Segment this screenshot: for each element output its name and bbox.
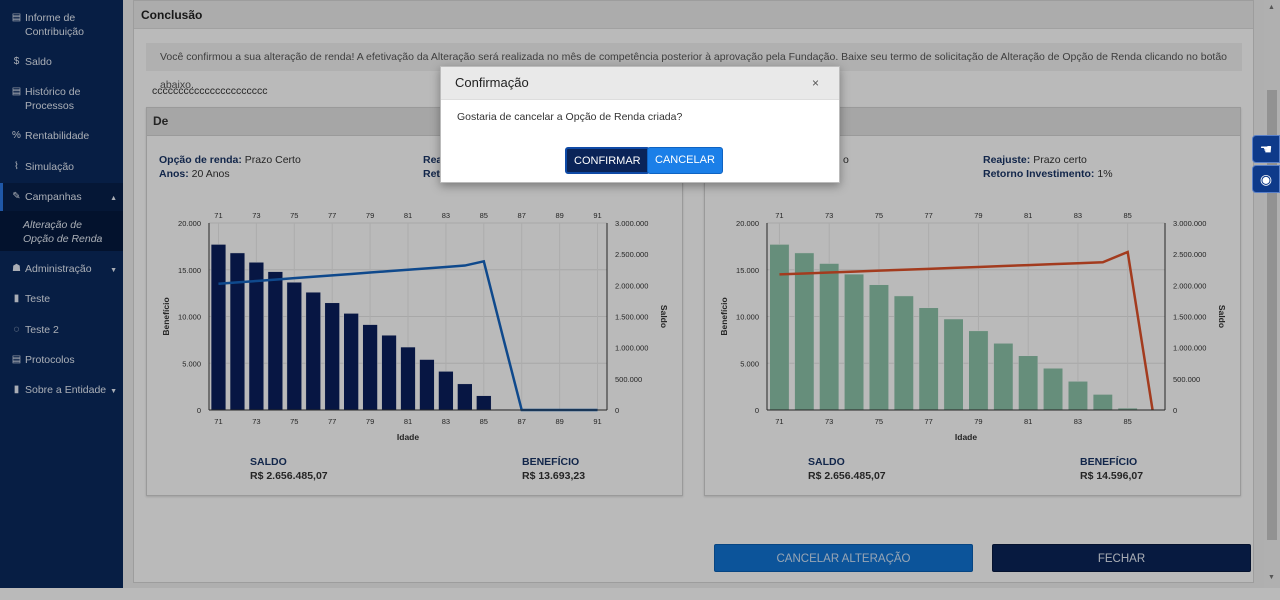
accessibility-tools: ☚ ◉ (1252, 135, 1280, 195)
confirm-button[interactable]: CONFIRMAR (565, 147, 650, 174)
cancel-button[interactable]: CANCELAR (647, 147, 723, 174)
modal-header: Confirmação × (441, 67, 839, 100)
sign-language-icon[interactable]: ☚ (1252, 135, 1280, 163)
close-icon[interactable]: × (812, 67, 819, 99)
modal-message: Gostaria de cancelar a Opção de Renda cr… (457, 111, 683, 123)
confirmation-modal: Confirmação × Gostaria de cancelar a Opç… (440, 66, 840, 183)
modal-title: Confirmação (455, 75, 529, 90)
eye-icon[interactable]: ◉ (1252, 165, 1280, 193)
